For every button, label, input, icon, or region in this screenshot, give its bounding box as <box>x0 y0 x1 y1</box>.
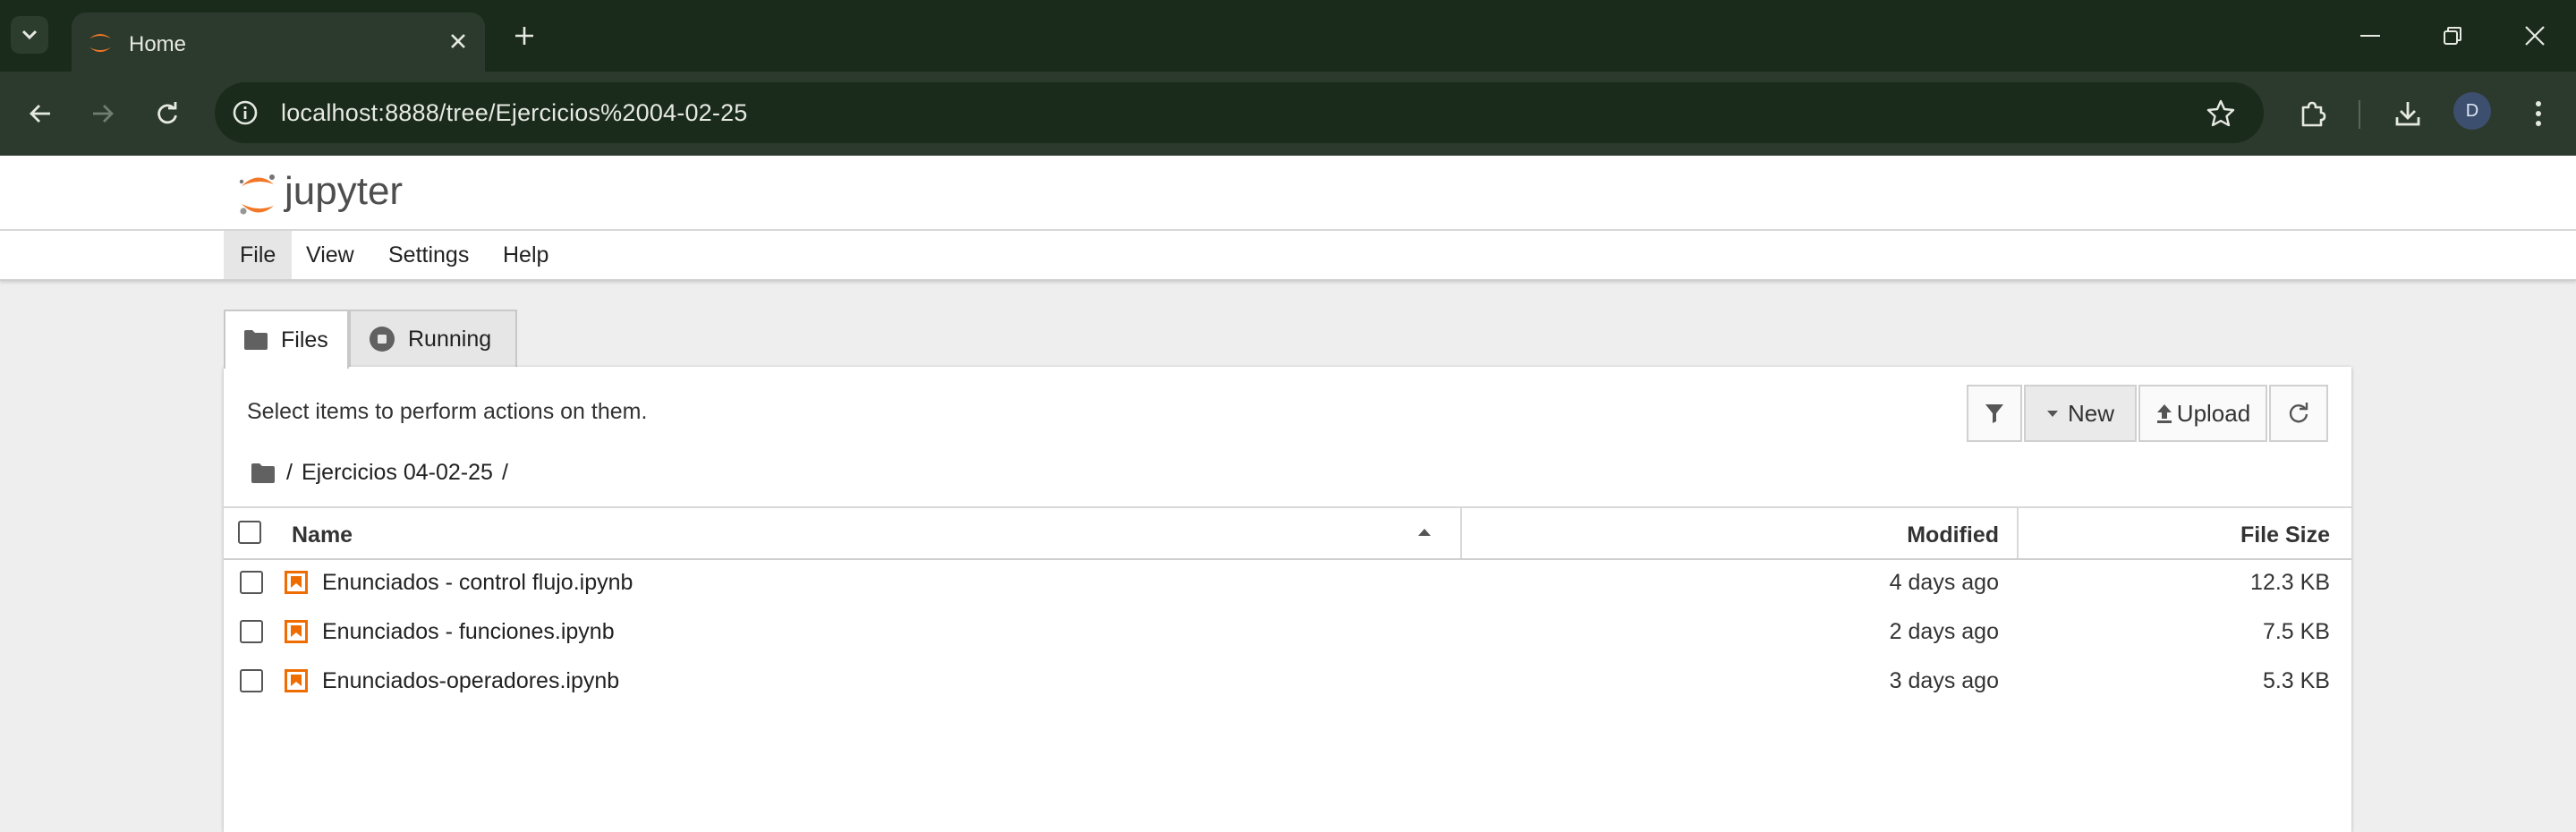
file-size: 7.5 KB <box>2262 619 2330 644</box>
arrow-right-icon <box>93 105 114 123</box>
tab-files[interactable]: Files <box>224 310 349 369</box>
file-modified: 3 days ago <box>1889 668 1999 693</box>
breadcrumb: / Ejercicios 04-02-25 / <box>251 460 508 486</box>
menu-settings[interactable]: Settings <box>372 231 485 279</box>
column-header-name[interactable]: Name <box>292 522 353 548</box>
restore-icon <box>2444 27 2461 45</box>
forward-button[interactable] <box>82 93 123 134</box>
file-size: 12.3 KB <box>2250 570 2330 595</box>
tab-running-label: Running <box>408 326 492 352</box>
tab-title: Home <box>129 32 187 56</box>
reload-icon <box>157 102 177 124</box>
filter-icon <box>1985 404 2003 423</box>
new-button-label: New <box>2067 399 2114 427</box>
upload-button-label: Upload <box>2176 399 2251 427</box>
download-icon <box>2395 102 2420 126</box>
refresh-icon <box>2289 403 2308 423</box>
toolbar-divider <box>2359 100 2360 129</box>
row-checkbox[interactable] <box>240 620 263 643</box>
jupyter-favicon-icon <box>86 30 115 60</box>
new-button[interactable]: New <box>2024 385 2137 442</box>
menu-file[interactable]: File <box>224 231 293 279</box>
file-name: Enunciados - control flujo.ipynb <box>322 570 633 595</box>
new-tab-button[interactable] <box>506 18 542 54</box>
selection-hint: Select items to perform actions on them. <box>247 399 648 424</box>
row-checkbox[interactable] <box>240 669 263 692</box>
notebook-icon <box>285 669 308 692</box>
browser-menu-button[interactable] <box>2518 93 2559 134</box>
browser-toolbar: localhost:8888/tree/Ejercicios%2004-02-2… <box>0 72 2576 156</box>
browser-tab-home[interactable]: Home <box>72 13 485 72</box>
notebook-icon <box>285 571 308 594</box>
restore-button[interactable] <box>2432 16 2473 55</box>
tab-search-button[interactable] <box>11 16 48 54</box>
file-browser-panel: Select items to perform actions on them.… <box>224 367 2351 832</box>
kebab-menu-icon <box>2536 101 2541 126</box>
reload-button[interactable] <box>147 93 188 134</box>
sort-ascending-icon <box>1418 529 1431 536</box>
minimize-button[interactable] <box>2350 16 2391 55</box>
file-name: Enunciados-operadores.ipynb <box>322 668 620 693</box>
minimize-icon <box>2360 35 2380 37</box>
tab-files-label: Files <box>281 327 328 352</box>
column-header-file-size[interactable]: File Size <box>2240 522 2330 548</box>
close-tab-icon[interactable] <box>444 27 472 55</box>
upload-icon <box>2156 404 2172 423</box>
jupyter-logo-text: jupyter <box>283 169 403 213</box>
file-modified: 2 days ago <box>1889 619 1999 644</box>
upload-button[interactable]: Upload <box>2138 385 2267 442</box>
breadcrumb-separator: / <box>286 460 293 485</box>
puzzle-icon <box>2301 101 2326 127</box>
column-resize-handle[interactable] <box>1460 508 1462 558</box>
chevron-down-icon <box>21 30 38 40</box>
folder-icon <box>243 329 268 351</box>
arrow-left-icon <box>30 105 50 123</box>
select-all-checkbox[interactable] <box>238 521 261 544</box>
file-row[interactable]: Enunciados - control flujo.ipynb 4 days … <box>224 558 2351 607</box>
menu-view[interactable]: View <box>290 231 370 279</box>
filter-button[interactable] <box>1967 385 2022 442</box>
refresh-button[interactable] <box>2269 385 2328 442</box>
file-size: 5.3 KB <box>2262 668 2330 693</box>
file-modified: 4 days ago <box>1889 570 1999 595</box>
jupyter-header: jupyter <box>0 156 2576 231</box>
row-checkbox[interactable] <box>240 571 263 594</box>
back-button[interactable] <box>20 93 61 134</box>
file-list-header: Name Modified File Size <box>224 506 2351 560</box>
column-resize-handle[interactable] <box>2017 508 2019 558</box>
file-row[interactable]: Enunciados-operadores.ipynb 3 days ago 5… <box>224 657 2351 706</box>
extensions-button[interactable] <box>2292 93 2334 134</box>
breadcrumb-separator-end: / <box>501 460 508 485</box>
close-window-button[interactable] <box>2514 16 2555 55</box>
stop-circle-icon <box>369 326 395 352</box>
site-info-icon[interactable] <box>227 95 263 131</box>
downloads-button[interactable] <box>2387 93 2428 134</box>
close-icon <box>2525 26 2545 46</box>
column-header-modified[interactable]: Modified <box>1907 522 1999 548</box>
folder-home-icon[interactable] <box>251 463 276 484</box>
notebook-icon <box>285 620 308 643</box>
tab-running[interactable]: Running <box>349 310 517 367</box>
jupyter-logo[interactable]: jupyter <box>234 166 449 226</box>
profile-avatar[interactable]: D <box>2453 92 2491 130</box>
breadcrumb-folder-link[interactable]: Ejercicios 04-02-25 <box>302 460 493 486</box>
file-name: Enunciados - funciones.ipynb <box>322 619 615 644</box>
browser-tab-strip: Home <box>0 0 2576 72</box>
jupyter-menubar: File View Settings Help <box>0 231 2576 281</box>
bookmark-star-icon[interactable] <box>2203 95 2239 131</box>
file-row[interactable]: Enunciados - funciones.ipynb 2 days ago … <box>224 607 2351 657</box>
url-text: localhost:8888/tree/Ejercicios%2004-02-2… <box>281 99 748 126</box>
address-bar[interactable]: localhost:8888/tree/Ejercicios%2004-02-2… <box>215 82 2264 143</box>
menu-help[interactable]: Help <box>487 231 565 279</box>
caret-down-icon <box>2046 411 2058 417</box>
file-actions-toolbar: New Upload <box>1967 385 2328 442</box>
plus-icon <box>515 27 533 45</box>
